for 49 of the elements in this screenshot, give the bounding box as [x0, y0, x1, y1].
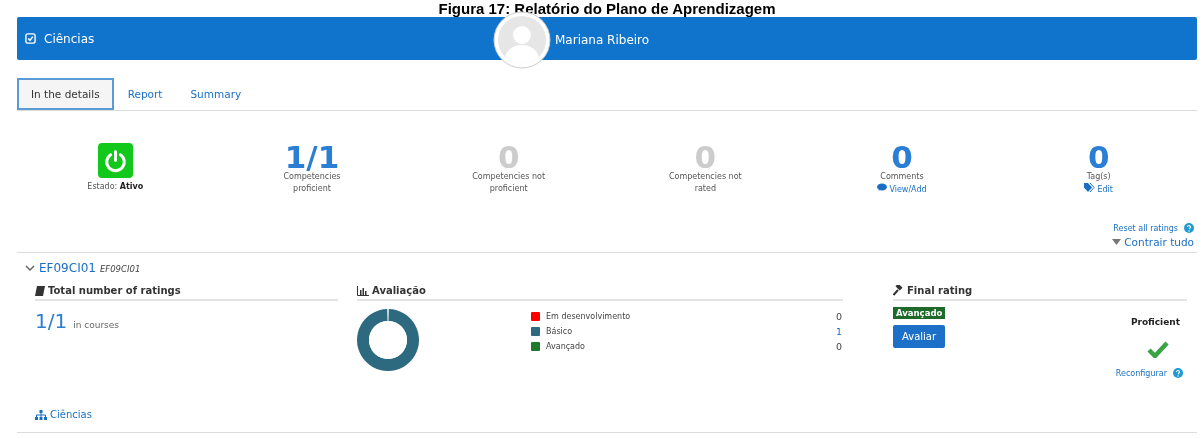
stat-link[interactable]: View/Add	[877, 183, 927, 195]
legend-count: 0	[835, 311, 842, 322]
help-icon[interactable]	[1173, 368, 1183, 378]
bar-chart-icon	[357, 285, 369, 296]
framework-link[interactable]: Ciências	[35, 409, 338, 420]
stat-label: Competencies not rated	[667, 171, 743, 195]
speech-bubble-icon	[877, 183, 888, 192]
course-name[interactable]: Ciências	[44, 31, 95, 46]
donut-slice	[357, 309, 419, 371]
gavel-icon	[893, 285, 904, 296]
legend-count: 1	[835, 326, 842, 337]
rating-count: 1/1	[35, 309, 68, 333]
status-text: Estado: Ativo	[87, 181, 144, 193]
reset-ratings-link[interactable]: Reset all ratings	[1113, 223, 1178, 233]
tab[interactable]: Summary	[176, 78, 256, 110]
chevron-icon[interactable]	[25, 265, 35, 272]
rating-count-label: in courses	[73, 320, 120, 330]
stat-label: Competencies not proficient	[471, 171, 547, 195]
tab[interactable]: In the details	[17, 78, 114, 110]
legend-label: Em desenvolvimento	[546, 312, 632, 321]
competency-link[interactable]: EF09CI01	[39, 261, 96, 275]
collapse-all-link[interactable]: Contrair tudo	[1112, 236, 1194, 248]
legend-label: Básico	[546, 327, 574, 336]
section-title: Total number of ratings	[48, 285, 181, 296]
competency-idnumber: EF09CI01	[99, 264, 141, 274]
stat-label: Tag(s)	[1086, 171, 1111, 183]
reconfigure-link[interactable]: Reconfigurar	[1115, 368, 1167, 378]
caret-icon	[1112, 239, 1122, 245]
legend-label: Avançado	[546, 342, 586, 351]
stat-value: 1/1	[284, 143, 340, 171]
section-title: Avaliação	[372, 285, 426, 296]
figure-caption: Figura 17: Relatório do Plano de Aprendizagem	[437, 0, 777, 17]
book-icon	[35, 285, 45, 296]
user-name[interactable]: Mariana Ribeiro	[555, 33, 650, 47]
tag-icon	[1084, 183, 1096, 192]
proficiency-text: Proficient	[1130, 317, 1180, 327]
rate-button[interactable]: Avaliar	[893, 325, 946, 348]
stat-link[interactable]: Edit	[1084, 183, 1113, 195]
section-title: Final rating	[907, 285, 973, 296]
checkbox-icon	[25, 33, 36, 44]
stat-value: 0	[891, 143, 913, 171]
stat-value: 0	[1087, 143, 1110, 171]
rating-badge: Avançado	[893, 307, 946, 319]
tab[interactable]: Report	[113, 78, 177, 110]
help-icon[interactable]	[1184, 223, 1194, 233]
stat-label: Comments	[880, 171, 924, 183]
hierarchy-icon	[35, 409, 47, 420]
legend-count: 0	[835, 341, 842, 352]
stat-label: Competencies proficient	[282, 172, 342, 195]
